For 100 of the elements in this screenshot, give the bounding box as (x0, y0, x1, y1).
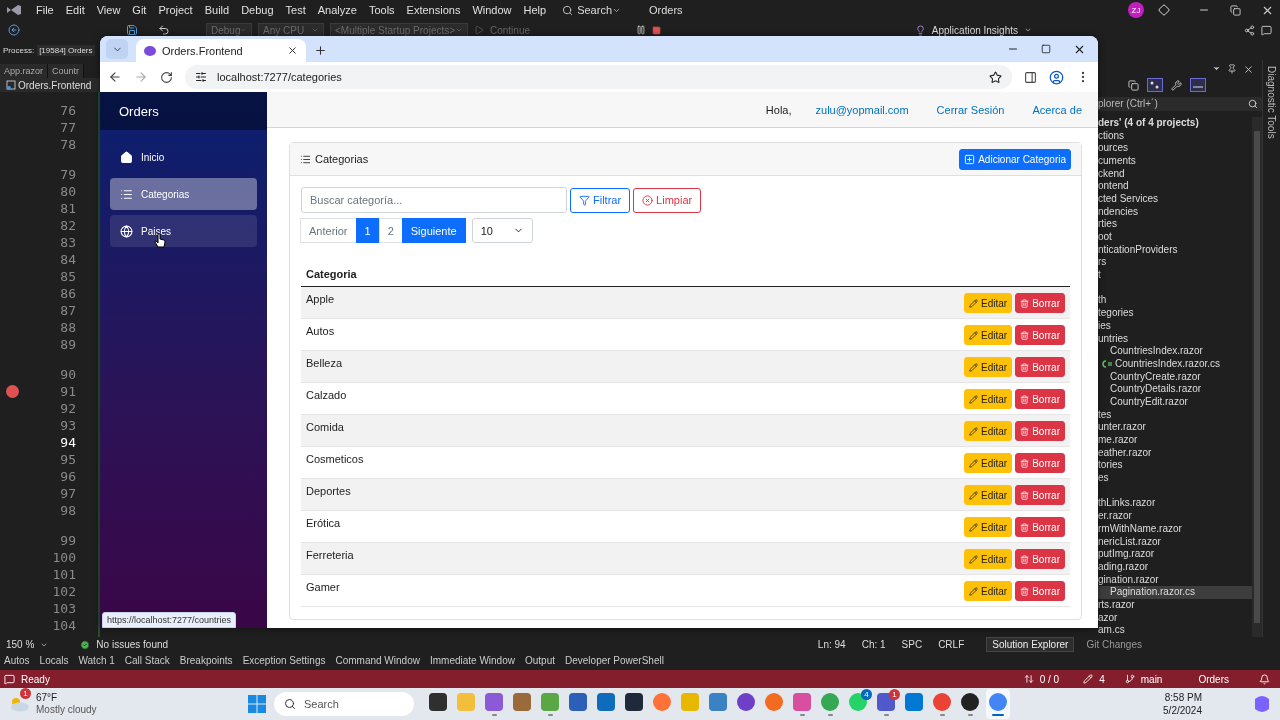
search-field[interactable]: plorer (Ctrl+´) (1098, 97, 1262, 111)
about-link[interactable]: Acerca de (1032, 103, 1082, 116)
tree-item[interactable]: putImg.razor (1098, 548, 1155, 561)
caret-icon[interactable] (1212, 64, 1221, 73)
tree-item[interactable]: th (1098, 294, 1107, 308)
tree-item[interactable]: CountryDetails.razor (1110, 383, 1202, 396)
panel-tab[interactable]: Git Changes (1080, 637, 1148, 652)
tree-item[interactable]: CountriesIndex.razor.cs (1115, 357, 1221, 371)
tree-item[interactable]: t (1098, 269, 1101, 282)
tree-item[interactable]: ders' (4 of 4 projects) (1098, 116, 1199, 130)
tree-item[interactable]: am.cs (1098, 624, 1125, 637)
app-icon[interactable] (429, 692, 447, 711)
edit-button[interactable]: Editar (964, 293, 1013, 313)
line-ending-indicator[interactable]: CRLF (938, 639, 965, 650)
tree-item[interactable]: unter.razor (1098, 421, 1146, 434)
delete-button[interactable]: Borrar (1015, 549, 1065, 569)
pagination-button[interactable]: Anterior (300, 218, 357, 243)
sync-status[interactable]: 0 / 0 (1039, 673, 1060, 685)
tool-window-tab[interactable]: Breakpoints (179, 654, 233, 666)
menu-item[interactable]: Extensions (400, 4, 467, 16)
tree-item[interactable]: nericList.razor (1098, 535, 1161, 549)
branch-name[interactable]: main (1140, 673, 1163, 685)
tree-view-icon[interactable] (1147, 78, 1163, 93)
start-icon[interactable] (248, 695, 266, 713)
tree-item[interactable]: cuments (1098, 154, 1136, 168)
scrollbar[interactable] (1252, 116, 1262, 637)
tree-item[interactable]: cted Services (1098, 192, 1159, 206)
tool-window-tab[interactable]: Immediate Window (429, 654, 515, 666)
maximize-icon[interactable] (1041, 44, 1051, 54)
delete-button[interactable]: Borrar (1015, 517, 1065, 537)
tree-item[interactable]: gination.razor (1098, 573, 1159, 587)
menu-item[interactable]: Analyze (311, 4, 363, 16)
back-icon[interactable] (108, 70, 122, 84)
edit-button[interactable]: Editar (964, 453, 1013, 473)
side-panel-icon[interactable] (1024, 70, 1037, 84)
menu-item[interactable]: File (30, 4, 60, 16)
menu-item[interactable]: View (90, 4, 127, 16)
clear-button[interactable]: Limpiar (633, 187, 702, 213)
tree-item[interactable]: oot (1098, 231, 1112, 244)
nav-item[interactable]: Categorias (110, 178, 257, 210)
page-size-dropdown[interactable]: 10 (471, 218, 533, 243)
tool-window-tab[interactable]: Developer PowerShell (565, 654, 664, 666)
reload-icon[interactable] (160, 70, 173, 84)
menu-item[interactable]: Help (517, 4, 553, 16)
menu-item[interactable]: Window (466, 4, 518, 16)
pagination-button[interactable]: Siguiente (401, 218, 466, 243)
diagnostics-tab[interactable]: Diagnostic Tools (1266, 66, 1277, 637)
delete-button[interactable]: Borrar (1015, 357, 1065, 377)
zoom-dropdown[interactable]: 150 % (6, 639, 35, 650)
tree-item[interactable]: er.razor (1098, 510, 1132, 523)
edit-button[interactable]: Editar (964, 549, 1013, 569)
clock-time[interactable]: 8:58 PM (1164, 691, 1202, 704)
delete-button[interactable]: Borrar (1015, 389, 1065, 409)
tool-window-tab[interactable]: Watch 1 (78, 654, 115, 666)
insights-button[interactable]: Application Insights (931, 24, 1018, 36)
edit-button[interactable]: Editar (964, 581, 1013, 601)
diamond-icon[interactable] (1158, 4, 1170, 16)
tree-item[interactable]: untries (1098, 332, 1128, 346)
tree-item[interactable]: CountryCreate.razor (1110, 370, 1201, 384)
app-icon[interactable] (625, 692, 643, 711)
pin-icon[interactable] (1227, 64, 1237, 74)
restore-icon[interactable] (1230, 4, 1241, 16)
breakpoint-icon[interactable] (6, 385, 19, 398)
menu-item[interactable]: Tools (362, 4, 401, 16)
tree-item[interactable]: rts.razor (1098, 598, 1135, 612)
edit-button[interactable]: Editar (964, 517, 1013, 537)
tree-item[interactable]: ies (1098, 319, 1111, 333)
close-icon[interactable] (287, 45, 298, 56)
tool-window-tab[interactable]: Autos (4, 654, 30, 666)
feedback-icon[interactable] (1261, 24, 1272, 36)
menu-item[interactable]: Edit (59, 4, 91, 16)
tool-window-tab[interactable]: Locals (39, 654, 69, 666)
user-link[interactable]: zulu@yopmail.com (815, 103, 909, 116)
tree-item[interactable]: CountriesIndex.razor (1110, 345, 1203, 358)
delete-button[interactable]: Borrar (1015, 421, 1065, 441)
pagination-button[interactable]: 1 (355, 218, 380, 243)
tree-item[interactable]: rs (1098, 256, 1107, 270)
tree-item[interactable]: rmWithName.razor (1098, 522, 1182, 536)
tree-item[interactable]: rties (1098, 218, 1117, 231)
clock-date[interactable]: 5/2/2024 (1163, 704, 1202, 717)
search-menu[interactable]: Search (577, 4, 612, 16)
close-icon[interactable] (1243, 64, 1254, 75)
menu-item[interactable]: Project (152, 4, 199, 16)
nav-item[interactable]: Paises (110, 215, 257, 247)
process-dropdown[interactable]: [19584] Orders (37, 44, 95, 56)
add-category-button[interactable]: Adicionar Categoria (959, 148, 1071, 170)
tree-item[interactable]: tegories (1098, 307, 1134, 320)
tool-window-tab[interactable]: Call Stack (124, 654, 170, 666)
tree-item[interactable]: CountryEdit.razor (1110, 395, 1188, 409)
nav-item[interactable]: Inicio (110, 141, 257, 173)
tree-item[interactable]: tories (1098, 459, 1123, 473)
tool-window-tab[interactable]: Command Window (335, 654, 420, 666)
copilot-icon[interactable] (1252, 695, 1272, 713)
tree-item[interactable]: me.razor (1098, 434, 1138, 447)
delete-button[interactable]: Borrar (1015, 485, 1065, 505)
back-icon[interactable] (8, 24, 20, 36)
menu-item[interactable]: Test (279, 4, 312, 16)
pause-icon[interactable] (636, 25, 647, 35)
edit-button[interactable]: Editar (964, 357, 1013, 377)
tree-item[interactable]: azor (1098, 611, 1118, 625)
